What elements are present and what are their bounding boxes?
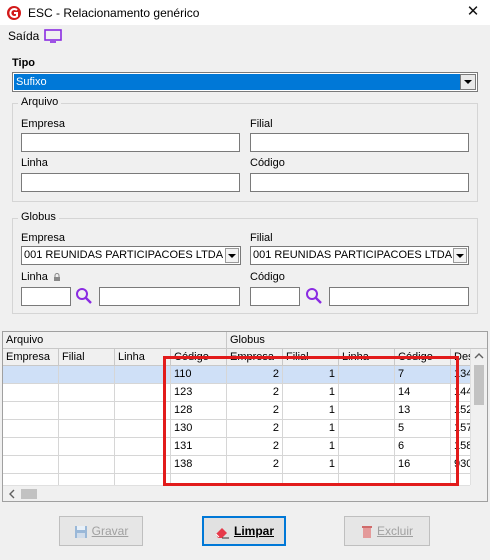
table-cell[interactable] [59, 402, 115, 420]
arquivo-codigo-field[interactable] [250, 173, 469, 192]
horizontal-scrollbar-thumb[interactable] [21, 489, 37, 499]
chevron-up-icon[interactable] [471, 349, 487, 363]
table-cell[interactable] [3, 402, 59, 420]
table-cell[interactable] [59, 420, 115, 438]
gravar-label: Gravar [91, 524, 129, 538]
eraser-icon [215, 527, 229, 539]
chevron-left-icon[interactable] [5, 487, 19, 501]
arquivo-filial-label: Filial [250, 118, 273, 130]
arquivo-empresa-label: Empresa [21, 118, 66, 130]
trash-icon [361, 525, 372, 538]
globus-linha-field[interactable] [21, 287, 71, 306]
globus-linha-desc-field[interactable] [99, 287, 240, 306]
column-header[interactable]: Filial [59, 349, 115, 366]
chevron-down-icon[interactable] [460, 74, 476, 90]
globus-group-title: Globus [18, 211, 59, 223]
close-button[interactable]: ✕ [458, 2, 488, 24]
chevron-down-icon[interactable] [453, 248, 467, 263]
table-cell[interactable] [3, 420, 59, 438]
table-cell[interactable] [3, 366, 59, 384]
grid-group-header-arquivo: Arquivo [3, 332, 227, 349]
arquivo-empresa-field[interactable] [21, 133, 240, 152]
limpar-button[interactable]: Limpar [202, 516, 286, 546]
g-logo-icon [7, 6, 21, 20]
table-cell[interactable] [59, 384, 115, 402]
table-cell[interactable] [59, 366, 115, 384]
tipo-selected-value: Sufixo [14, 74, 461, 90]
tipo-label: Tipo [12, 57, 36, 69]
table-cell[interactable] [3, 456, 59, 474]
globus-linha-label: Linha [21, 271, 61, 283]
arquivo-group-title: Arquivo [18, 96, 62, 108]
table-cell[interactable] [59, 438, 115, 456]
arquivo-linha-label: Linha [21, 157, 48, 169]
save-icon [74, 525, 87, 538]
globus-codigo-field[interactable] [250, 287, 300, 306]
arquivo-filial-field[interactable] [250, 133, 469, 152]
globus-filial-select[interactable]: 001 REUNIDAS PARTICIPACOES LTDA [250, 246, 469, 265]
horizontal-scrollbar[interactable] [3, 485, 471, 501]
search-icon[interactable] [305, 287, 323, 305]
monitor-icon[interactable] [44, 29, 62, 43]
excluir-label: Excluir [376, 524, 413, 538]
globus-codigo-desc-field[interactable] [329, 287, 469, 306]
column-header[interactable]: Empresa [3, 349, 59, 366]
globus-codigo-label: Código [250, 271, 285, 283]
search-icon[interactable] [75, 287, 93, 305]
saida-menu[interactable]: Saída [8, 29, 39, 43]
globus-filial-value: 001 REUNIDAS PARTICIPACOES LTDA [253, 249, 453, 261]
scrollbar-corner [470, 485, 487, 501]
tipo-select[interactable]: Sufixo [12, 72, 478, 92]
limpar-label: Limpar [233, 524, 274, 538]
globus-empresa-label: Empresa [21, 232, 66, 244]
table-cell[interactable] [3, 384, 59, 402]
lock-icon [53, 272, 60, 281]
excluir-button[interactable]: Excluir [344, 516, 430, 546]
arquivo-codigo-label: Código [250, 157, 285, 169]
chevron-down-icon[interactable] [225, 248, 239, 263]
globus-empresa-select[interactable]: 001 REUNIDAS PARTICIPACOES LTDA [21, 246, 241, 265]
table-cell[interactable] [59, 456, 115, 474]
vertical-scrollbar-thumb[interactable] [474, 365, 484, 405]
grid-group-header-globus: Globus [227, 332, 487, 349]
globus-empresa-value: 001 REUNIDAS PARTICIPACOES LTDA [24, 249, 224, 261]
globus-linha-label-text: Linha [21, 271, 48, 283]
gravar-button[interactable]: Gravar [59, 516, 143, 546]
vertical-scrollbar[interactable] [470, 349, 487, 486]
arquivo-linha-field[interactable] [21, 173, 240, 192]
window-title: ESC - Relacionamento genérico [28, 6, 200, 20]
highlight-box [163, 356, 459, 486]
globus-filial-label: Filial [250, 232, 273, 244]
table-cell[interactable] [3, 438, 59, 456]
